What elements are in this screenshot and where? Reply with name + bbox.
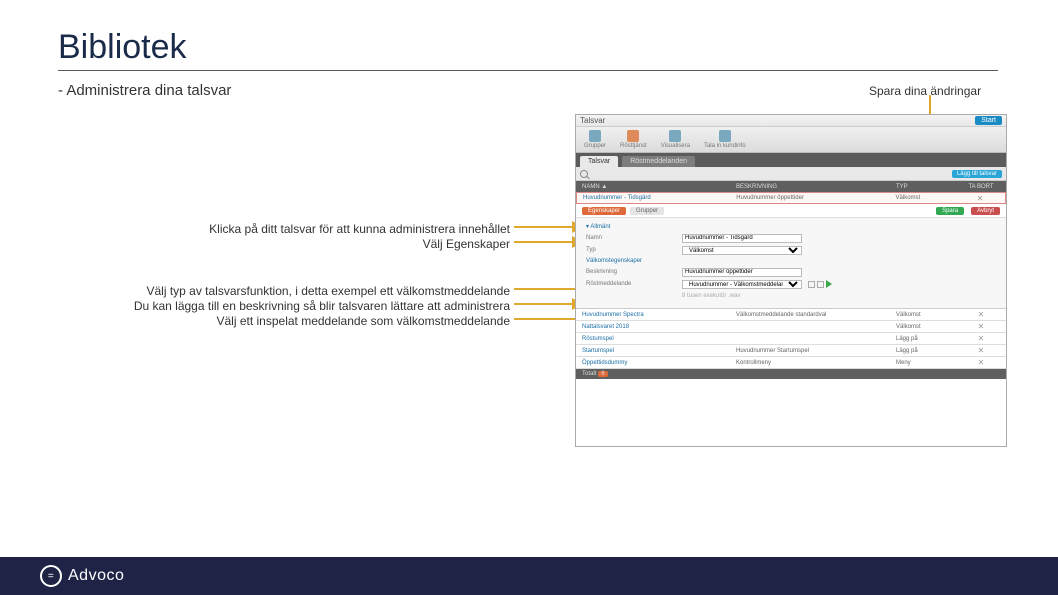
table-row-selected[interactable]: Huvudnummer - Tidsgärd Huvudnummer öppet… [576, 192, 1006, 204]
delete-icon[interactable]: ✕ [955, 194, 1005, 203]
type-select[interactable]: Välkomst [682, 246, 802, 255]
row-desc: Huvudnummer öppettider [736, 195, 895, 201]
row-name: Huvudnummer - Tidsgärd [577, 195, 736, 201]
row-desc: Huvudnummer Startumspel [736, 348, 896, 354]
tab-talsvar[interactable]: Talsvar [580, 156, 618, 167]
brand-logo: = Advoco [40, 565, 124, 587]
logo-icon: = [40, 565, 62, 587]
table-header: NAMN ▲ BESKRIVNING TYP TA BORT [576, 181, 1006, 192]
welcome-section: Välkomstegenskaper [586, 258, 996, 264]
toolbar-grupper[interactable]: Grupper [584, 130, 606, 149]
table-row[interactable]: StartumspelHuvudnummer StartumspelLägg p… [576, 345, 1006, 357]
name-label: Namn [586, 235, 676, 241]
table-row[interactable]: Röstumspel Lägg på✕ [576, 333, 1006, 345]
subtab-egenskaper[interactable]: Egenskaper [582, 207, 626, 215]
field-message: Röstmeddelande Huvudnummer - Välkomstmed… [586, 278, 996, 290]
tab-row: Talsvar Röstmeddelanden [576, 153, 1006, 167]
field-file: 8 tusen exekutör .wav [586, 290, 996, 302]
app-title: Talsvar [580, 116, 605, 125]
table-row[interactable]: Nattalsvaret 2018 Välkomst✕ [576, 321, 1006, 333]
row-type: Lägg på [896, 336, 956, 342]
th-delete: TA BORT [956, 184, 1006, 190]
field-name: Namn [586, 232, 996, 244]
prev-icon[interactable] [808, 281, 815, 288]
toolbar-kundinfo[interactable]: Tala in kundinfo [704, 130, 746, 149]
th-desc[interactable]: BESKRIVNING [736, 184, 896, 190]
page-title: Bibliotek [58, 28, 187, 67]
play-icon[interactable] [826, 280, 832, 288]
desc-input[interactable] [682, 268, 802, 277]
delete-icon[interactable]: ✕ [956, 322, 1006, 331]
subtab-grupper[interactable]: Grupper [630, 207, 664, 215]
delete-icon[interactable]: ✕ [956, 334, 1006, 343]
name-input[interactable] [682, 234, 802, 243]
field-type: Typ Välkomst [586, 244, 996, 256]
th-name[interactable]: NAMN ▲ [576, 184, 736, 190]
audio-controls [808, 280, 832, 288]
file-name: 8 tusen exekutör .wav [682, 293, 740, 299]
toolbar-label: Rösttjänst [620, 143, 647, 149]
footer-count: 6 [598, 371, 607, 377]
table-body: Huvudnummer SpectraVälkomstmeddelande st… [576, 308, 1006, 369]
toolbar-label: Tala in kundinfo [704, 143, 746, 149]
start-button[interactable]: Start [975, 116, 1002, 125]
row-desc: Välkomstmeddelande standardval [736, 312, 896, 318]
row-name: Startumspel [576, 348, 736, 354]
tab-rostmeddelanden[interactable]: Röstmeddelanden [622, 156, 695, 167]
row-name: Nattalsvaret 2018 [576, 324, 736, 330]
instruction-2: Välj Egenskaper [70, 236, 510, 253]
footer-label: Totalt [582, 371, 596, 377]
search-icon[interactable] [580, 170, 588, 178]
delete-icon[interactable]: ✕ [956, 346, 1006, 355]
row-type: Meny [896, 360, 956, 366]
record-icon [719, 130, 731, 142]
th-type[interactable]: TYP [896, 184, 956, 190]
msg-label: Röstmeddelande [586, 281, 676, 287]
search-row: Lägg till talsvar [576, 167, 1006, 181]
row-type: Välkomst [896, 312, 956, 318]
row-name: Öppettidsdummy [576, 360, 736, 366]
row-type: Välkomst [896, 324, 956, 330]
title-rule [58, 70, 998, 71]
table-row[interactable]: Huvudnummer SpectraVälkomstmeddelande st… [576, 309, 1006, 321]
instruction-5: Välj ett inspelat meddelande som välkoms… [120, 313, 510, 330]
table-row[interactable]: ÖppettidsdummyKontrollmenyMeny✕ [576, 357, 1006, 369]
voice-icon [627, 130, 639, 142]
toolbar: Grupper Rösttjänst Visualisera Tala in k… [576, 127, 1006, 153]
page-subtitle: - Administrera dina talsvar [58, 82, 231, 99]
msg-select[interactable]: Huvudnummer - Välkomstmeddelande [682, 280, 802, 289]
type-label: Typ [586, 247, 676, 253]
row-name: Huvudnummer Spectra [576, 312, 736, 318]
section-title[interactable]: ▾ Allmänt [586, 223, 996, 230]
group-icon [589, 130, 601, 142]
table-footer: Totalt 6 [576, 369, 1006, 379]
toolbar-rosttjanst[interactable]: Rösttjänst [620, 130, 647, 149]
row-desc: Kontrollmeny [736, 360, 896, 366]
app-header: Talsvar Start [576, 115, 1006, 127]
add-button[interactable]: Lägg till talsvar [952, 170, 1002, 178]
brand-name: Advoco [68, 567, 124, 585]
stop-icon[interactable] [817, 281, 824, 288]
app-screenshot: Talsvar Start Grupper Rösttjänst Visuali… [575, 114, 1007, 447]
cancel-button[interactable]: Avbryt [971, 207, 1000, 215]
field-desc: Beskrivning [586, 266, 996, 278]
subtab-row: Egenskaper Grupper Spara Avbryt [576, 204, 1006, 218]
row-type: Lägg på [896, 348, 956, 354]
desc-label: Beskrivning [586, 269, 676, 275]
row-name: Röstumspel [576, 336, 736, 342]
visualize-icon [669, 130, 681, 142]
delete-icon[interactable]: ✕ [956, 310, 1006, 319]
row-type: Välkomst [896, 195, 956, 201]
slide-footer: = Advoco [0, 557, 1058, 595]
toolbar-label: Visualisera [661, 143, 690, 149]
save-note: Spara dina ändringar [869, 84, 981, 98]
save-button[interactable]: Spara [936, 207, 964, 215]
toolbar-label: Grupper [584, 143, 606, 149]
toolbar-visualisera[interactable]: Visualisera [661, 130, 690, 149]
properties-panel: ▾ Allmänt Namn Typ Välkomst Välkomstegen… [576, 218, 1006, 308]
delete-icon[interactable]: ✕ [956, 358, 1006, 367]
